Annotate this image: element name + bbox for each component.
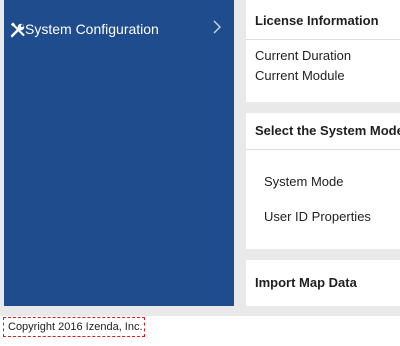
sidebar: System Configuration bbox=[4, 0, 234, 306]
wrench-screwdriver-icon bbox=[10, 22, 26, 38]
chevron-right-icon bbox=[212, 19, 222, 35]
license-card-title: License Information bbox=[255, 13, 379, 28]
license-current-module: Current Module bbox=[255, 68, 345, 83]
sidebar-item-system-configuration[interactable]: System Configuration bbox=[4, 0, 234, 56]
license-card-divider bbox=[246, 39, 400, 40]
system-mode-card-title: Select the System Mode bbox=[255, 123, 400, 138]
system-mode-card-divider bbox=[246, 149, 400, 150]
user-id-properties-link[interactable]: User ID Properties bbox=[264, 209, 371, 225]
system-mode-link[interactable]: System Mode bbox=[264, 174, 343, 190]
copyright-text: Copyright 2016 Izenda, Inc. bbox=[3, 317, 145, 337]
sidebar-item-label: System Configuration bbox=[25, 21, 159, 37]
license-information-card: License Information Current Duration Cur… bbox=[246, 0, 400, 102]
import-card-title: Import Map Data bbox=[255, 275, 357, 290]
import-map-data-card: Import Map Data bbox=[246, 260, 400, 306]
license-current-duration: Current Duration bbox=[255, 48, 352, 63]
system-mode-card: Select the System Mode System Mode User … bbox=[246, 113, 400, 249]
